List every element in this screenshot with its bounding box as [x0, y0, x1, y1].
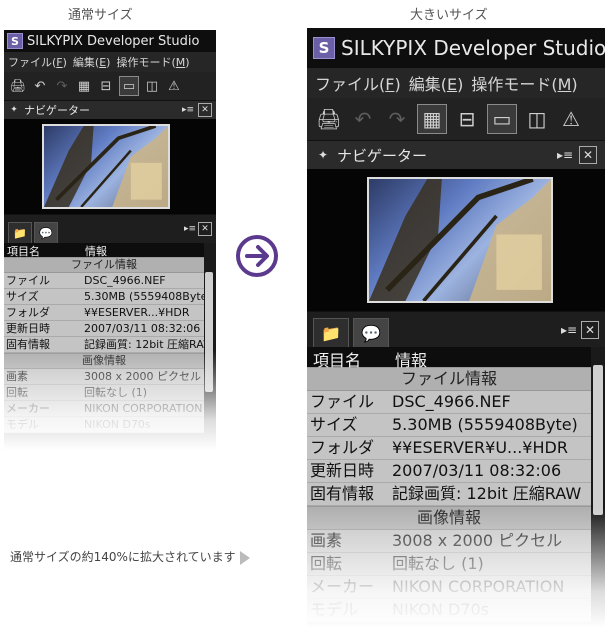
info-scrollbar[interactable] [592, 353, 604, 628]
close-icon[interactable]: ✕ [579, 146, 597, 164]
circle-arrow-right-icon [236, 235, 278, 277]
close-icon[interactable]: ✕ [198, 103, 212, 117]
grid-view-icon[interactable]: ▦ [417, 104, 447, 134]
undo-icon[interactable]: ↶ [349, 105, 377, 133]
section-image-info: 画像情報 [307, 506, 591, 530]
table-row: サイズ 5.30MB (5559408Byte) [4, 290, 204, 305]
navigator-thumbnail[interactable] [42, 124, 170, 209]
navigator-title: ナビゲーター [24, 104, 90, 117]
table-row: メーカー NIKON CORPORATION [307, 576, 591, 599]
column-info-header: 情報 [85, 245, 107, 258]
toolbar: 🖨 ↶ ↷ ▦ ⊟ ▭ ◫ ⚠ [307, 98, 605, 140]
large-size-caption: 大きいサイズ [410, 8, 488, 23]
menu-mode[interactable]: 操作モード(M) [116, 54, 189, 70]
app-title: SILKYPIX Developer Studio [27, 33, 200, 49]
info-tab-bar: 📁 💬 ▸≡ ✕ [307, 311, 605, 347]
warning-icon[interactable]: ⚠ [557, 105, 585, 133]
single-view-icon[interactable]: ▭ [119, 76, 139, 96]
table-row: 更新日時 2007/03/11 08:32:06 [4, 321, 204, 337]
navigator-title: ナビゲーター [337, 146, 428, 165]
info-table-header: 項目名 情報 [4, 243, 204, 258]
normal-size-caption: 通常サイズ [68, 8, 133, 23]
table-row: 画素 3008 x 2000 ピクセル [4, 369, 204, 385]
title-bar: S SILKYPIX Developer Studio [4, 30, 216, 52]
table-row: モデル NIKON D70s [307, 599, 591, 622]
pane-menu-icon[interactable]: ▸≡ [182, 104, 194, 116]
navigator-header: ✦ ナビゲーター ▸≡ ✕ [307, 140, 605, 169]
menu-file[interactable]: ファイル(F) [315, 71, 401, 95]
pin-icon[interactable]: ✦ [8, 104, 20, 116]
undo-icon[interactable]: ↶ [31, 77, 49, 95]
column-item-header: 項目名 [7, 245, 40, 258]
split-view-icon[interactable]: ⊟ [453, 105, 481, 133]
scrollbar-thumb[interactable] [205, 272, 213, 392]
printer-icon[interactable]: 🖨 [9, 77, 27, 95]
table-row: 画素 3008 x 2000 ピクセル [307, 530, 591, 553]
info-table-header: 項目名 情報 [307, 347, 591, 370]
menu-bar: ファイル(F) 編集(E) 操作モード(M) [307, 68, 605, 98]
large-size-window: S SILKYPIX Developer Studio ファイル(F) 編集(E… [307, 28, 605, 628]
column-info-header: 情報 [395, 351, 428, 370]
compare-view-icon[interactable]: ◫ [523, 105, 551, 133]
navigator-thumbnail[interactable] [367, 177, 553, 303]
redo-icon[interactable]: ↷ [383, 105, 411, 133]
pane-menu-icon[interactable]: ▸≡ [184, 223, 196, 235]
triangle-right-icon [239, 550, 250, 565]
section-file-info: ファイル情報 [4, 257, 204, 273]
section-image-info: 画像情報 [4, 353, 204, 369]
toolbar: 🖨 ↶ ↷ ▦ ⊟ ▭ ◫ ⚠ [4, 72, 216, 100]
zoom-note: 通常サイズの約140%に拡大されています [10, 548, 250, 565]
pane-menu-icon[interactable]: ▸≡ [561, 322, 577, 338]
table-row: メーカー NIKON CORPORATION [4, 402, 204, 417]
table-row: 固有情報 記録画質: 12bit 圧縮RAW [307, 483, 591, 506]
pin-icon[interactable]: ✦ [315, 147, 331, 163]
navigator-header: ✦ ナビゲーター ▸≡ ✕ [4, 100, 216, 119]
navigator-pane [4, 119, 216, 214]
close-icon[interactable]: ✕ [581, 320, 599, 339]
table-row: 回転 回転なし (1) [307, 553, 591, 576]
redo-icon[interactable]: ↷ [53, 77, 71, 95]
app-title: SILKYPIX Developer Studio [341, 36, 605, 60]
normal-size-window: S SILKYPIX Developer Studio ファイル(F) 編集(E… [4, 30, 216, 450]
folder-tab-icon[interactable]: 📁 [8, 222, 32, 243]
table-row: サイズ 5.30MB (5559408Byte) [307, 414, 591, 437]
title-bar: S SILKYPIX Developer Studio [307, 28, 605, 68]
column-item-header: 項目名 [313, 351, 362, 370]
table-row: 固有情報 記録画質: 12bit 圧縮RAW [4, 338, 204, 353]
menu-file[interactable]: ファイル(F) [8, 54, 67, 70]
scrollbar-thumb[interactable] [593, 365, 603, 515]
info-tab-icon[interactable]: 💬 [34, 222, 58, 243]
app-logo-icon: S [313, 37, 335, 59]
folder-tab-icon[interactable]: 📁 [313, 318, 349, 347]
compare-view-icon[interactable]: ◫ [143, 77, 161, 95]
info-tab-icon[interactable]: 💬 [353, 318, 389, 347]
table-row: フォルダ ¥¥ESERVER...¥HDR [4, 305, 204, 321]
pane-menu-icon[interactable]: ▸≡ [557, 147, 573, 163]
table-row: モデル NIKON D70s [4, 417, 204, 433]
table-row: ファイル DSC_4966.NEF [4, 273, 204, 289]
menu-bar: ファイル(F) 編集(E) 操作モード(M) [4, 52, 216, 72]
section-file-info: ファイル情報 [307, 367, 591, 391]
single-view-icon[interactable]: ▭ [487, 104, 517, 134]
close-icon[interactable]: ✕ [198, 222, 212, 236]
table-row: ファイル DSC_4966.NEF [307, 391, 591, 414]
app-logo-icon: S [7, 33, 23, 49]
table-row: 回転 回転なし (1) [4, 385, 204, 401]
info-scrollbar[interactable] [204, 262, 214, 447]
menu-mode[interactable]: 操作モード(M) [471, 71, 577, 95]
info-table: 項目名 情報 ファイル情報 ファイル DSC_4966.NEF サイズ 5.30MB… [4, 243, 204, 433]
zoom-note-text: 通常サイズの約140%に拡大されています [10, 550, 236, 564]
table-row: フォルダ ¥¥ESERVER¥U...¥HDR [307, 437, 591, 460]
info-tab-bar: 📁 💬 ▸≡ ✕ [4, 214, 216, 243]
menu-edit[interactable]: 編集(E) [409, 71, 464, 95]
warning-icon[interactable]: ⚠ [165, 77, 183, 95]
info-table: 項目名 情報 ファイル情報 ファイル DSC_4966.NEF サイズ 5.30MB… [307, 347, 591, 622]
menu-edit[interactable]: 編集(E) [73, 54, 111, 70]
grid-view-icon[interactable]: ▦ [75, 77, 93, 95]
printer-icon[interactable]: 🖨 [315, 105, 343, 133]
navigator-pane [307, 169, 605, 311]
table-row: 更新日時 2007/03/11 08:32:06 [307, 460, 591, 483]
split-view-icon[interactable]: ⊟ [97, 77, 115, 95]
